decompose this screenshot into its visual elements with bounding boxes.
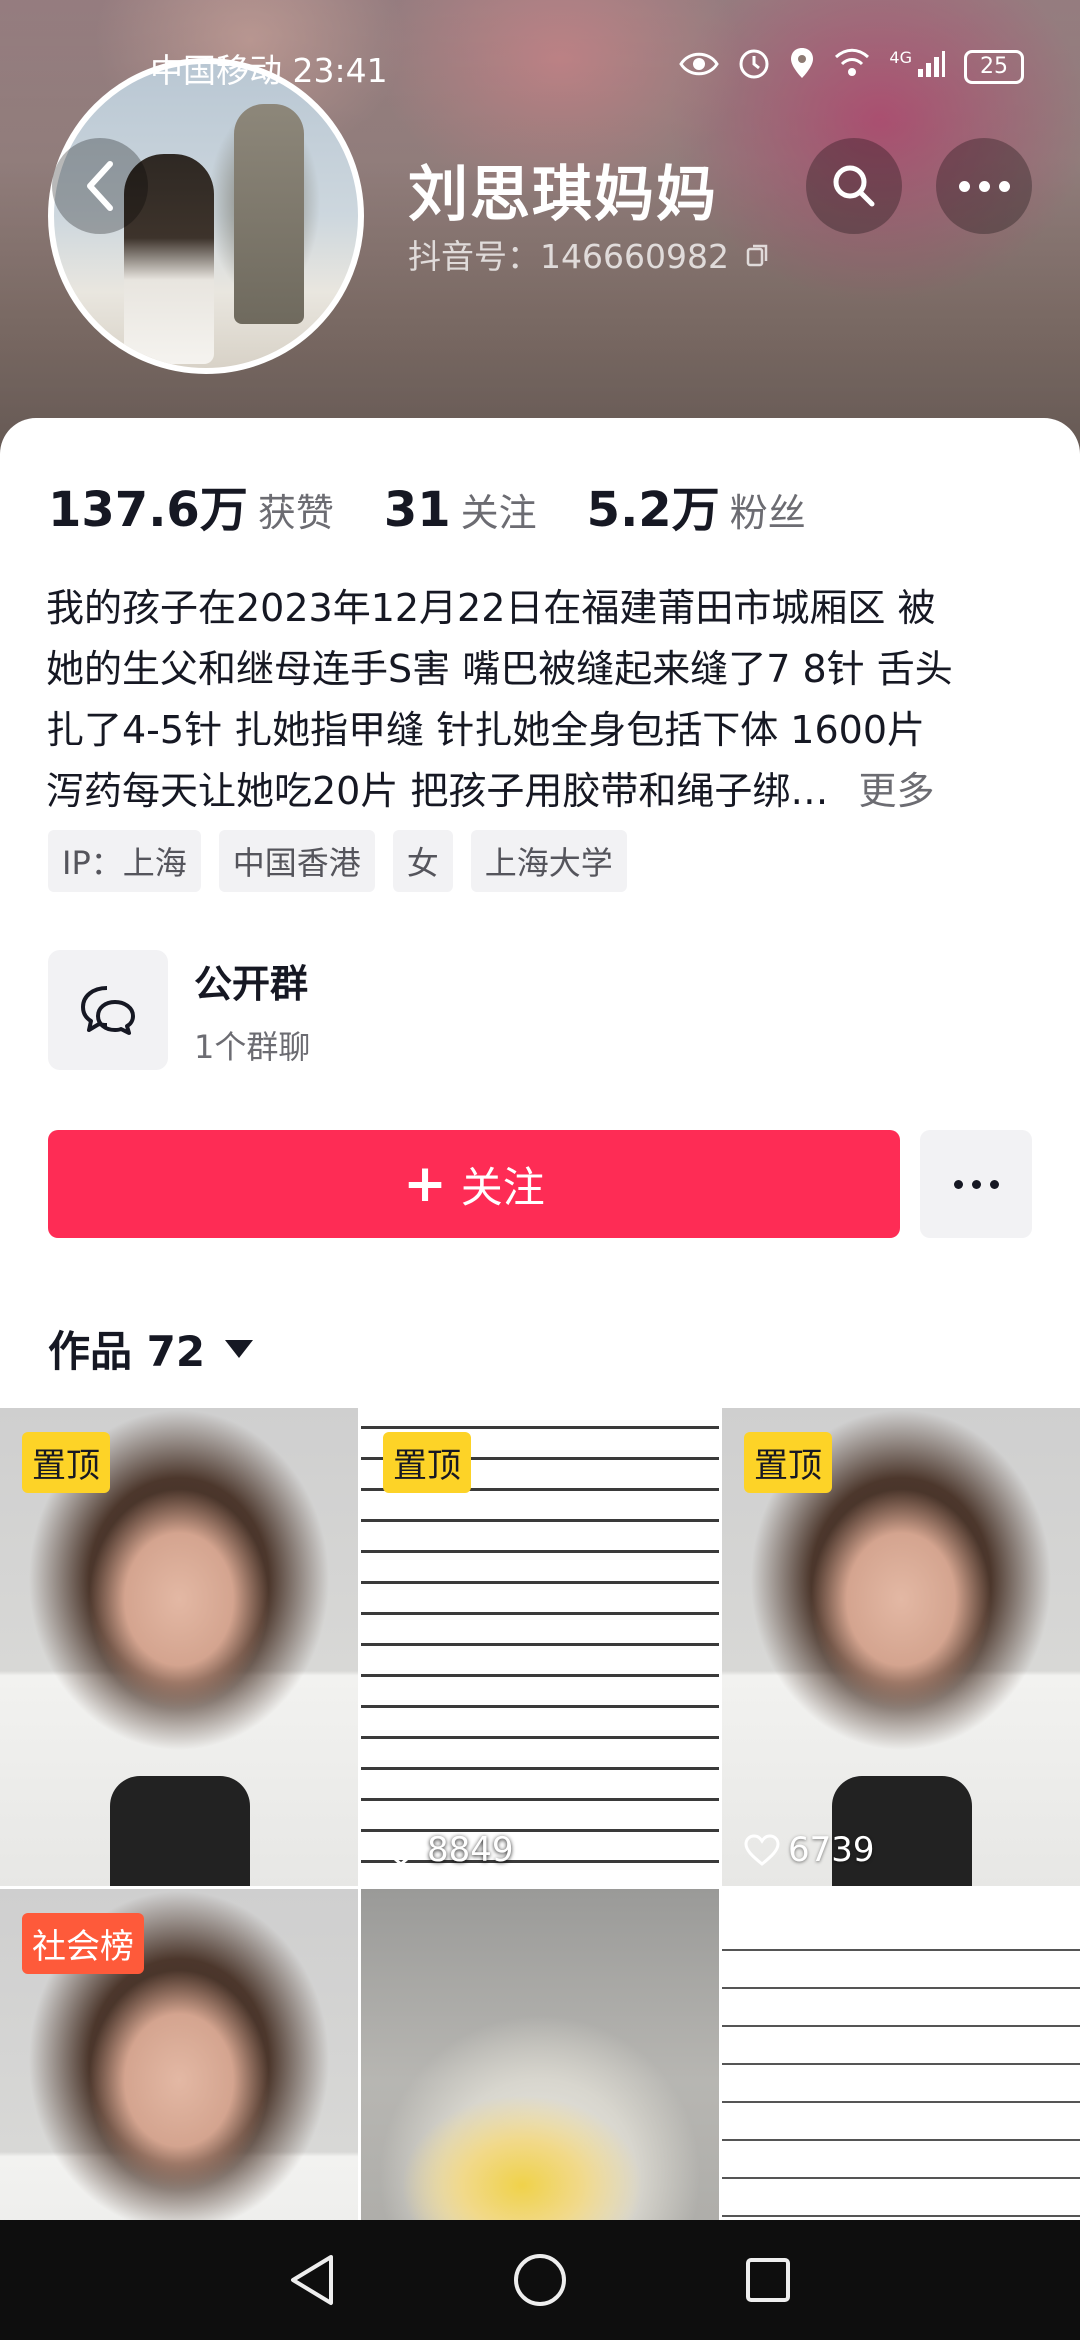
bio-line: 扎了4-5针 扎她指甲缝 针扎她全身包括下体 1600片 — [46, 708, 926, 752]
video-thumbnail[interactable]: 置顶 — [0, 1408, 358, 1886]
follow-label: 关注 — [460, 1162, 545, 1212]
back-triangle-icon — [291, 2255, 334, 2305]
tag-gender: 女 — [392, 830, 453, 892]
profile-stats: 137.6万 获赞 31 关注 5.2万 粉丝 — [48, 470, 856, 540]
group-subtitle: 1个群聊 — [194, 1027, 311, 1066]
location-icon — [789, 46, 815, 88]
stat-followers[interactable]: 5.2万 粉丝 — [587, 470, 806, 540]
bio-line: 泻药每天让她吃20片 把孩子用胶带和绳子绑… — [46, 769, 829, 813]
nav-recents-button[interactable] — [743, 2255, 793, 2305]
likes-count: 6739 — [788, 1830, 875, 1870]
works-tab[interactable]: 作品 72 — [48, 1318, 254, 1379]
wifi-icon — [833, 47, 871, 87]
video-likes: 6739 — [744, 1830, 875, 1870]
douyin-id[interactable]: 抖音号：146660982 — [408, 230, 771, 278]
bio-line: 我的孩子在2023年12月22日在福建莆田市城厢区 被 — [46, 586, 936, 630]
recents-square-icon — [745, 2258, 790, 2302]
likes-count: 8849 — [427, 1830, 514, 1870]
pinned-badge: 置顶 — [383, 1432, 471, 1493]
bio-more-link[interactable]: 更多 — [859, 769, 935, 813]
video-thumbnail[interactable]: 置顶 8849 — [361, 1408, 719, 1886]
video-grid: 置顶 置顶 8849 置顶 6739 社会榜 — [0, 1408, 1080, 2340]
caret-down-icon — [225, 1339, 254, 1358]
nav-back-button[interactable] — [287, 2253, 337, 2307]
avatar-statue — [234, 104, 304, 324]
works-label: 作品 72 — [48, 1327, 206, 1376]
video-likes: 8849 — [383, 1830, 514, 1870]
search-button[interactable] — [806, 138, 902, 234]
copy-icon[interactable] — [745, 242, 771, 268]
tag-region[interactable]: 中国香港 — [218, 830, 375, 892]
stat-likes[interactable]: 137.6万 获赞 — [48, 470, 334, 540]
stat-label: 关注 — [460, 491, 537, 535]
search-icon — [833, 165, 875, 207]
back-button[interactable] — [52, 138, 148, 234]
group-chat-icon — [48, 950, 168, 1070]
plus-icon: + — [403, 1154, 447, 1214]
stat-value: 5.2万 — [586, 482, 720, 538]
battery-icon: 25 — [964, 50, 1024, 84]
follow-more-button[interactable] — [920, 1130, 1032, 1238]
alarm-icon — [737, 46, 771, 88]
nav-home-button[interactable] — [512, 2252, 568, 2308]
home-circle-icon — [513, 2254, 566, 2306]
signal-icon — [916, 48, 946, 87]
stat-value: 137.6万 — [48, 482, 248, 538]
profile-bio[interactable]: 我的孩子在2023年12月22日在福建莆田市城厢区 被 她的生父和继母连手S害 … — [46, 578, 1046, 822]
more-options-button[interactable] — [936, 138, 1032, 234]
eye-icon — [679, 48, 720, 87]
stat-label: 获赞 — [257, 491, 334, 535]
profile-tags: IP：上海 中国香港 女 上海大学 — [48, 830, 627, 892]
heart-icon — [744, 1834, 780, 1866]
carrier-time: 中国移动 23:41 — [150, 51, 388, 90]
stat-label: 粉丝 — [729, 491, 806, 535]
tag-school[interactable]: 上海大学 — [470, 830, 627, 892]
pinned-badge: 置顶 — [744, 1432, 832, 1493]
status-bar: 中国移动 23:41 4G 25 — [0, 40, 1080, 90]
heart-icon — [383, 1834, 419, 1866]
bio-line: 她的生父和继母连手S害 嘴巴被缝起来缝了7 8针 舌头 — [46, 647, 953, 691]
stat-following[interactable]: 31 关注 — [384, 482, 537, 538]
video-thumbnail[interactable]: 置顶 6739 — [722, 1408, 1080, 1886]
social-rank-badge: 社会榜 — [22, 1913, 144, 1974]
system-nav-bar — [0, 2220, 1080, 2340]
douyin-id-text: 抖音号：146660982 — [408, 237, 729, 276]
pinned-badge: 置顶 — [22, 1432, 110, 1493]
stat-value: 31 — [383, 482, 451, 538]
network-label: 4G — [889, 47, 912, 67]
bio-line-last: 泻药每天让她吃20片 把孩子用胶带和绳子绑… 更多 — [46, 761, 1046, 822]
public-group-entry[interactable]: 公开群 1个群聊 — [48, 950, 310, 1070]
group-title: 公开群 — [194, 961, 309, 1006]
follow-button[interactable]: + 关注 — [48, 1130, 900, 1238]
profile-name: 刘思琪妈妈 — [408, 160, 718, 230]
tag-ip: IP：上海 — [48, 830, 201, 892]
more-dots-icon — [958, 180, 1010, 192]
chevron-left-icon — [87, 161, 113, 211]
more-dots-icon — [953, 1179, 999, 1189]
status-icons: 4G 25 — [679, 46, 1024, 88]
